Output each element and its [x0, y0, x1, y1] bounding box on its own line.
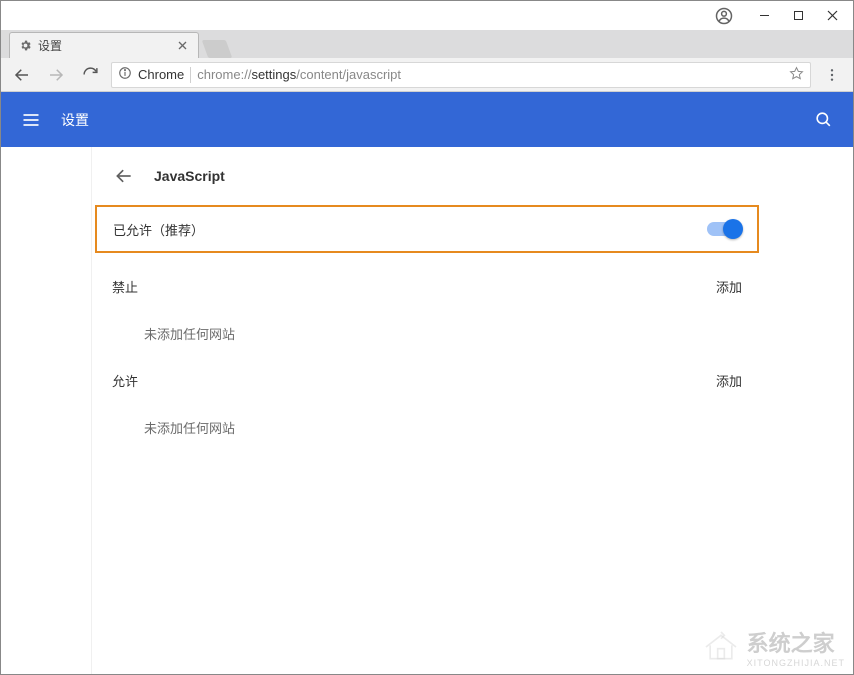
- tab-title: 设置: [38, 37, 62, 54]
- tab-close-button[interactable]: [174, 38, 190, 54]
- back-button[interactable]: [112, 164, 136, 188]
- settings-header-title: 设置: [61, 110, 89, 130]
- settings-header: 设置: [1, 92, 853, 147]
- site-info-icon[interactable]: [118, 66, 132, 83]
- block-list-empty: 未添加任何网站: [92, 309, 762, 357]
- profile-avatar-icon[interactable]: [707, 1, 741, 30]
- url-display: chrome://settings/content/javascript: [197, 67, 401, 82]
- toggle-label: 已允许（推荐）: [113, 220, 204, 239]
- settings-content: JavaScript 已允许（推荐） 禁止 添加 未添加任何网站 允许 添加 未…: [1, 147, 853, 674]
- menu-button[interactable]: [19, 108, 43, 132]
- search-button[interactable]: [811, 108, 835, 132]
- allow-list-empty: 未添加任何网站: [92, 403, 762, 451]
- window-titlebar: [1, 1, 853, 30]
- address-bar[interactable]: Chrome chrome://settings/content/javascr…: [111, 62, 811, 88]
- allow-list-title: 允许: [112, 371, 138, 390]
- nav-forward-button[interactable]: [43, 62, 69, 88]
- toolbar: Chrome chrome://settings/content/javascr…: [1, 58, 853, 92]
- bookmark-star-icon[interactable]: [789, 66, 804, 84]
- section-title: JavaScript: [154, 168, 225, 184]
- nav-back-button[interactable]: [9, 62, 35, 88]
- toggle-knob: [723, 219, 743, 239]
- addressbar-separator: [190, 67, 191, 83]
- chrome-menu-button[interactable]: [819, 62, 845, 88]
- browser-tab-active[interactable]: 设置: [9, 32, 199, 58]
- section-header: JavaScript: [92, 147, 762, 205]
- settings-card: JavaScript 已允许（推荐） 禁止 添加 未添加任何网站 允许 添加 未…: [92, 147, 762, 674]
- tab-strip: 设置: [1, 30, 853, 58]
- window-close-button[interactable]: [815, 1, 849, 30]
- block-list-header: 禁止 添加: [92, 263, 762, 309]
- allow-list-header: 允许 添加: [92, 357, 762, 403]
- toggle-switch[interactable]: [707, 222, 741, 236]
- new-tab-button[interactable]: [202, 40, 233, 58]
- window-minimize-button[interactable]: [747, 1, 781, 30]
- block-list-title: 禁止: [112, 277, 138, 296]
- allow-add-button[interactable]: 添加: [716, 371, 742, 390]
- nav-reload-button[interactable]: [77, 62, 103, 88]
- block-add-button[interactable]: 添加: [716, 277, 742, 296]
- javascript-allowed-toggle-row[interactable]: 已允许（推荐）: [95, 205, 759, 253]
- url-scheme-label: Chrome: [138, 67, 184, 82]
- gear-icon: [18, 39, 32, 53]
- window-maximize-button[interactable]: [781, 1, 815, 30]
